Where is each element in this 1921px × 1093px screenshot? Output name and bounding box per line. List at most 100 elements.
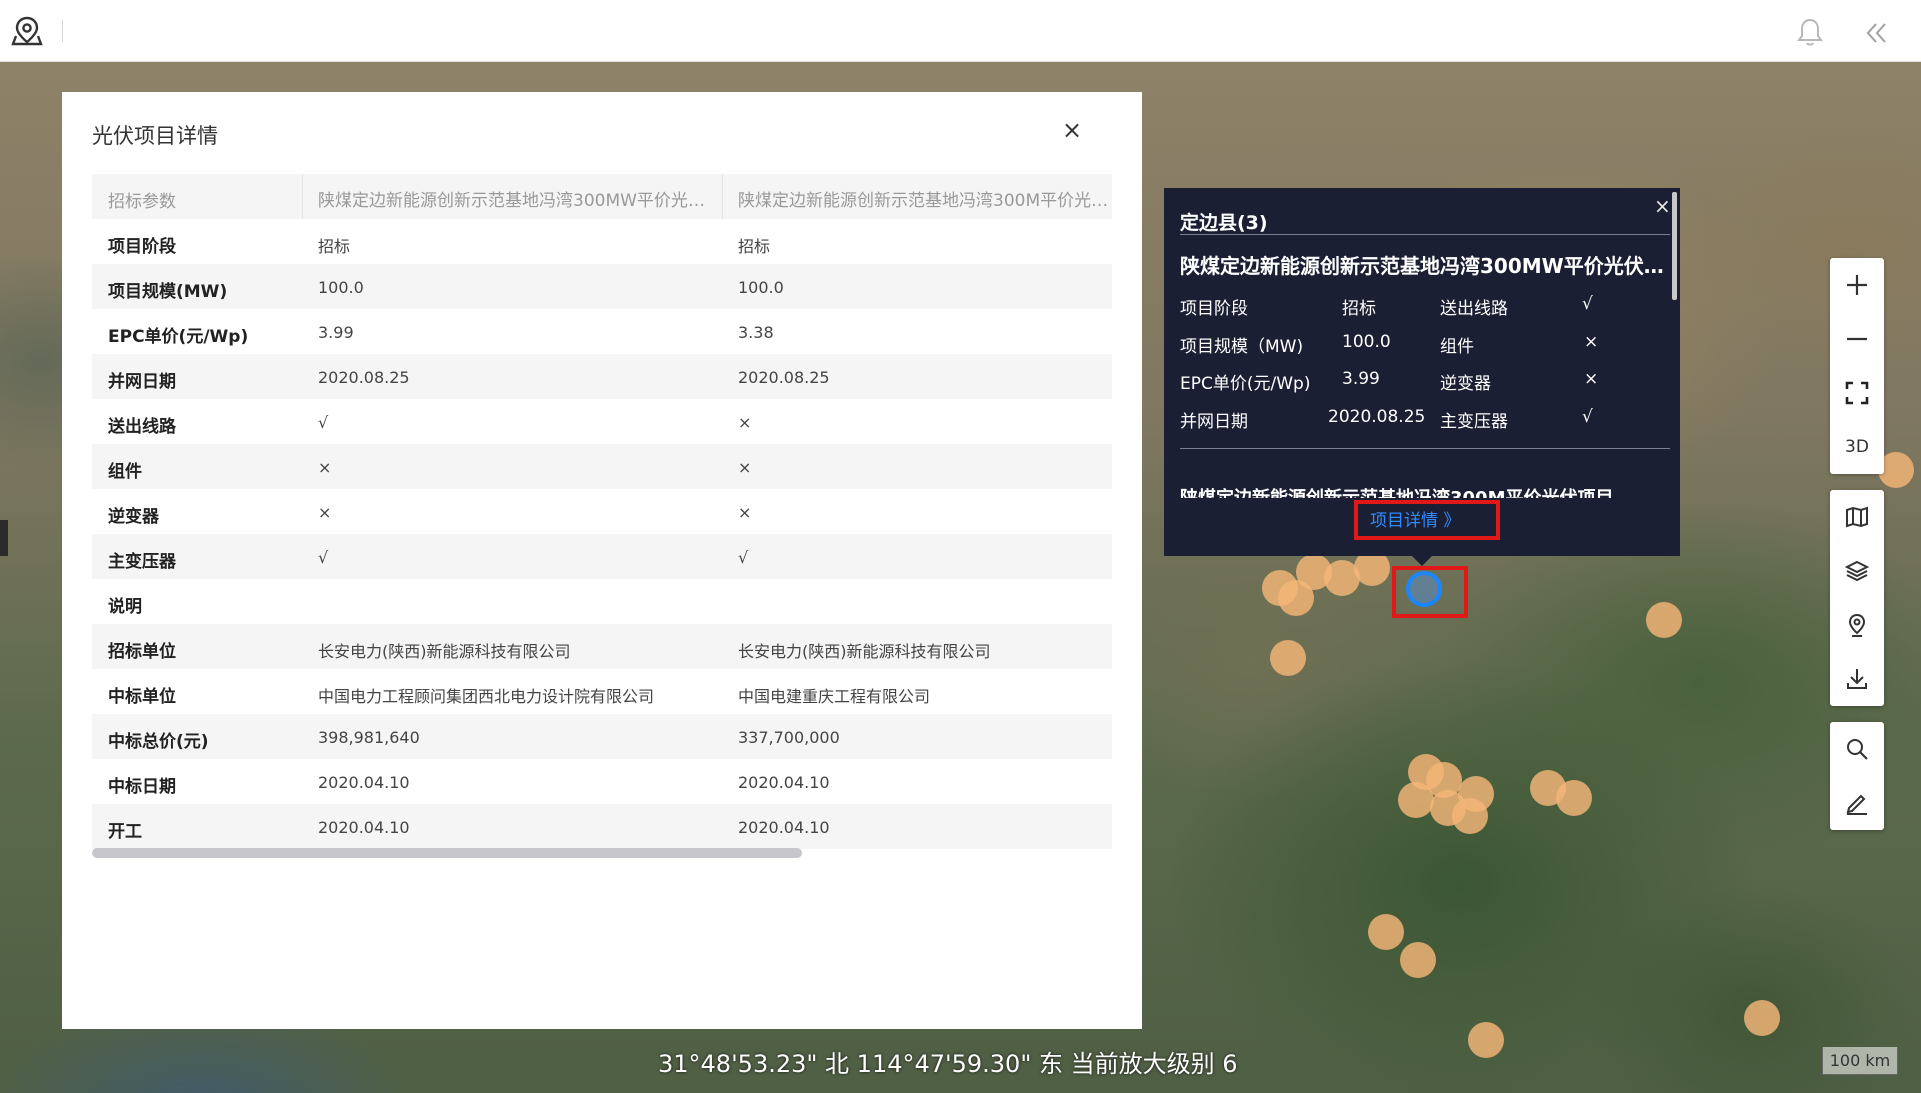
popup-field-value: √ [1582,407,1593,427]
layers-icon[interactable] [1830,544,1884,598]
popup-field-value: × [1584,369,1599,389]
table-header-cell: 陕煤定边新能源创新示范基地冯湾300M平价光伏项目（二标段） [738,191,1112,211]
row-label: 开工 [108,822,142,842]
table-row: 中标日期 2020.04.10 2020.04.10 [92,759,1112,804]
popup-divider [1180,448,1670,449]
row-value: √ [738,548,749,567]
row-label: EPC单价(元/Wp) [108,327,249,347]
top-bar [0,0,1921,62]
map-search-tools [1830,722,1884,830]
popup-field-value: 招标 [1342,299,1376,319]
row-label: 项目阶段 [108,237,176,257]
popup-field-label: EPC单价(元/Wp) [1180,374,1311,394]
column-divider [722,174,723,219]
map-cluster[interactable] [1452,798,1488,834]
table-horizontal-scrollbar[interactable] [92,848,802,858]
row-value: 2020.08.25 [738,368,830,387]
row-value: √ [318,548,329,567]
search-icon[interactable] [1830,722,1884,776]
popup-field-label: 项目阶段 [1180,299,1248,319]
map-cluster[interactable] [1270,640,1306,676]
side-panel-tab[interactable] [0,520,8,556]
row-value: 2020.08.25 [318,368,410,387]
table-row: 逆变器 × × [92,489,1112,534]
popup-close-button[interactable]: × [1654,194,1671,218]
scale-bar: 100 km [1822,1047,1898,1075]
map-cluster[interactable] [1278,580,1314,616]
popup-field-label: 主变压器 [1440,412,1508,432]
row-value: 2020.04.10 [738,773,830,792]
table-row: 主变压器 √ √ [92,534,1112,579]
row-value: 招标 [738,237,771,256]
row-value: × [318,503,332,522]
row-label: 中标单位 [108,687,176,707]
map-pin-logo-icon[interactable] [10,14,44,48]
table-row: 项目阶段 招标 招标 [92,219,1112,264]
row-label: 逆变器 [108,507,159,527]
map-cluster[interactable] [1400,942,1436,978]
popup-field-label: 逆变器 [1440,374,1491,394]
row-value: 2020.04.10 [738,818,830,837]
row-label: 招标单位 [108,642,176,662]
column-divider [302,174,303,219]
coordinate-readout: 31°48'53.23" 北 114°47'59.30" 东 当前放大级别 6 [658,1050,1238,1078]
row-value: 2020.04.10 [318,818,410,837]
popup-scrollbar[interactable] [1672,192,1677,300]
row-label: 组件 [108,462,142,482]
row-value: 长安电力(陕西)新能源科技有限公司 [738,642,991,661]
top-bar-divider [62,20,63,42]
fullscreen-icon[interactable] [1830,366,1884,420]
popup-field-value: 3.99 [1342,369,1380,389]
project-detail-button[interactable]: 项目详情 》 [1370,506,1460,531]
map-zoom-controls: 3D [1830,258,1884,474]
table-row: 送出线路 √ × [92,399,1112,444]
location-pin-icon[interactable] [1830,598,1884,652]
row-value: 398,981,640 [318,728,420,747]
modal-close-button[interactable]: × [1062,116,1082,144]
bell-icon[interactable] [1796,17,1824,47]
table-header-cell: 招标参数 [108,192,176,212]
map-cluster[interactable] [1468,1022,1504,1058]
modal-title: 光伏项目详情 [92,124,218,148]
row-value: 中国电建重庆工程有限公司 [738,687,931,706]
row-value: 3.38 [738,323,774,342]
row-value: × [738,413,752,432]
table-row: 说明 [92,579,1112,624]
row-value: × [318,458,332,477]
map-cluster[interactable] [1398,782,1434,818]
selected-map-marker[interactable] [1406,571,1442,607]
popup-field-value: 2020.08.25 [1328,407,1426,427]
row-label: 中标总价(元) [108,732,209,752]
map-icon[interactable] [1830,490,1884,544]
row-value: 100.0 [318,278,364,297]
popup-project-name: 陕煤定边新能源创新示范基地冯湾300MW平价光伏项目 [1180,254,1668,278]
project-detail-modal: 光伏项目详情 × 招标参数 陕煤定边新能源创新示范基地冯湾300MW平价光伏项目… [62,92,1142,1029]
map-cluster[interactable] [1744,1000,1780,1036]
popup-field-label: 送出线路 [1440,299,1508,319]
popup-county-title: 定边县(3) [1180,212,1268,234]
table-header-cell: 陕煤定边新能源创新示范基地冯湾300MW平价光伏项目（一标段） [318,191,718,211]
row-value: 3.99 [318,323,354,342]
plus-icon[interactable] [1830,258,1884,312]
row-label: 主变压器 [108,552,176,572]
download-icon[interactable] [1830,652,1884,706]
row-label: 说明 [108,597,142,617]
map-cluster[interactable] [1368,914,1404,950]
edit-icon[interactable] [1830,776,1884,830]
row-value: 中国电力工程顾问集团西北电力设计院有限公司 [318,687,655,706]
double-chevron-left-icon[interactable] [1864,20,1890,46]
row-value: 招标 [318,237,351,256]
3d-mode-button[interactable]: 3D [1830,420,1884,474]
minus-icon[interactable] [1830,312,1884,366]
map-cluster[interactable] [1646,602,1682,638]
row-value: × [738,503,752,522]
map-layer-tools [1830,490,1884,706]
row-value: × [738,458,752,477]
row-value: √ [318,413,329,432]
map-info-popup: × 定边县(3) 陕煤定边新能源创新示范基地冯湾300MW平价光伏项目 项目阶段… [1164,188,1680,556]
row-label: 送出线路 [108,417,176,437]
row-label: 中标日期 [108,777,176,797]
row-value: 337,700,000 [738,728,840,747]
map-cluster[interactable] [1556,780,1592,816]
popup-field-value: × [1584,332,1599,352]
